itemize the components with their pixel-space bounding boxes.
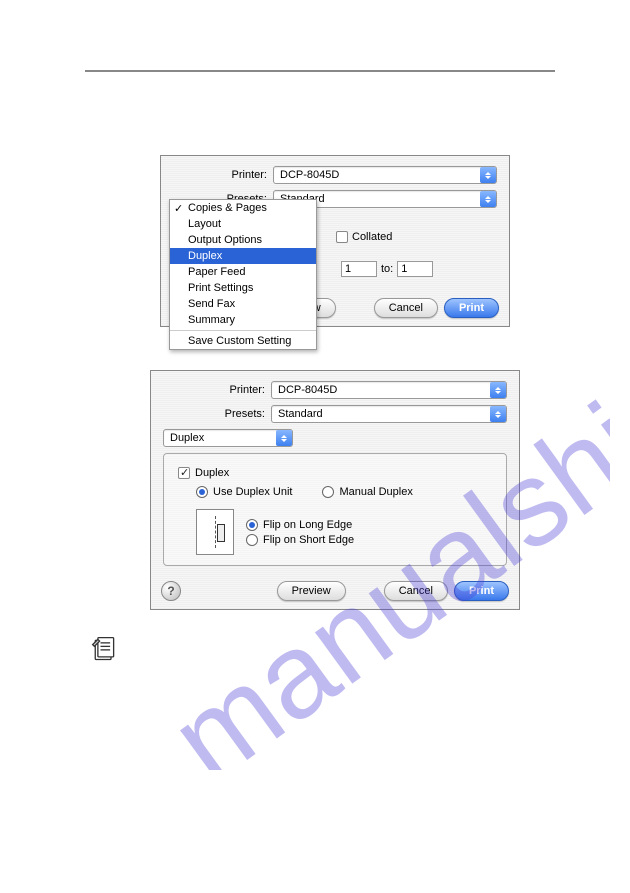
print-dialog-menu-open: Printer: DCP-8045D Presets: Standard Cop… [160,155,510,327]
flip-long-edge-label: Flip on Long Edge [263,519,352,531]
menu-item-send-fax[interactable]: Send Fax [170,296,316,312]
preview-button[interactable]: Preview [277,581,346,601]
collated-label: Collated [352,231,392,243]
dropdown-arrows-icon [490,406,506,422]
menu-item-duplex[interactable]: Duplex [170,248,316,264]
flip-short-edge-radio[interactable] [246,534,258,546]
dropdown-arrows-icon [490,382,506,398]
flip-short-edge-label: Flip on Short Edge [263,534,354,546]
cancel-button[interactable]: Cancel [374,298,438,318]
presets-select[interactable]: Standard [271,405,507,423]
flip-long-edge-radio[interactable] [246,519,258,531]
print-button[interactable]: Print [454,581,509,601]
menu-item-print-settings[interactable]: Print Settings [170,280,316,296]
menu-separator [170,330,316,331]
pane-select-value: Duplex [170,432,204,444]
menu-item-copies-pages[interactable]: Copies & Pages [170,200,316,216]
duplex-checkbox-label: Duplex [195,467,229,479]
collated-checkbox[interactable] [336,231,348,243]
printer-label: Printer: [173,169,273,181]
horizontal-rule [85,70,555,72]
use-duplex-unit-radio[interactable] [196,486,208,498]
printer-label: Printer: [163,384,271,396]
manual-duplex-radio[interactable] [322,486,334,498]
printer-value: DCP-8045D [280,169,339,181]
use-duplex-unit-label: Use Duplex Unit [213,486,292,498]
printer-value: DCP-8045D [278,384,337,396]
presets-label: Presets: [163,408,271,420]
duplex-checkbox[interactable] [178,467,190,479]
dropdown-arrows-icon [480,167,496,183]
note-icon [90,635,118,666]
page-to-input[interactable]: 1 [397,261,433,277]
menu-item-summary[interactable]: Summary [170,312,316,328]
to-label: to: [381,263,393,275]
cancel-button[interactable]: Cancel [384,581,448,601]
pane-dropdown-menu: Copies & Pages Layout Output Options Dup… [169,199,317,350]
menu-item-save-custom[interactable]: Save Custom Setting [170,333,316,349]
page-from-input[interactable]: 1 [341,261,377,277]
dropdown-arrows-icon [276,430,292,446]
printer-select[interactable]: DCP-8045D [273,166,497,184]
duplex-options-panel: Duplex Use Duplex Unit Manual Duplex Fli… [163,453,507,566]
presets-value: Standard [278,408,323,420]
help-button[interactable]: ? [161,581,181,601]
menu-item-paper-feed[interactable]: Paper Feed [170,264,316,280]
menu-item-output-options[interactable]: Output Options [170,232,316,248]
print-dialog-duplex-pane: Printer: DCP-8045D Presets: Standard Dup… [150,370,520,610]
pane-select[interactable]: Duplex [163,429,293,447]
duplex-illustration-icon [196,509,234,555]
printer-select[interactable]: DCP-8045D [271,381,507,399]
manual-duplex-label: Manual Duplex [339,486,412,498]
print-button[interactable]: Print [444,298,499,318]
menu-item-layout[interactable]: Layout [170,216,316,232]
dropdown-arrows-icon [480,191,496,207]
